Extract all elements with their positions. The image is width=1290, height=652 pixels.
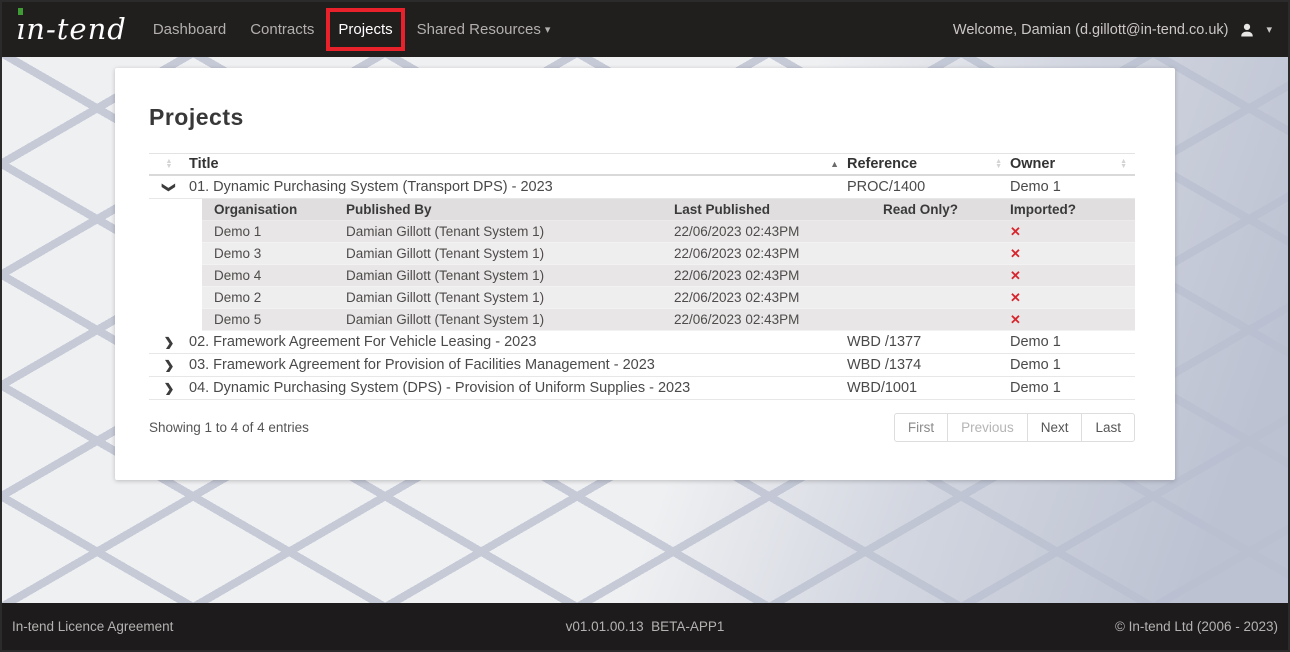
nav-label-contracts: Contracts <box>250 21 314 38</box>
nav-item-contracts[interactable]: Contracts <box>250 15 314 44</box>
subtable-row: Demo 3 Damian Gillott (Tenant System 1) … <box>202 243 1135 265</box>
subheader-read-only: Read Only? <box>880 202 958 217</box>
last-published-value: 22/06/2023 02:43PM <box>674 224 880 239</box>
not-imported-icon: ✕ <box>958 312 1135 328</box>
projects-table: ▲▼ Title ▲ Reference ▲▼ Owner ▲▼ <box>149 153 1135 400</box>
not-imported-icon: ✕ <box>958 290 1135 306</box>
project-reference: WBD/1001 <box>847 380 1010 396</box>
not-imported-icon: ✕ <box>958 268 1135 284</box>
table-footer: Showing 1 to 4 of 4 entries First Previo… <box>149 413 1135 442</box>
pagination-previous-button[interactable]: Previous <box>947 413 1028 442</box>
subheader-published-by: Published By <box>346 202 674 217</box>
logo-green-dot-icon <box>18 8 23 15</box>
page-title: Projects <box>149 104 1135 131</box>
chevron-right-icon[interactable]: ❯ <box>164 382 175 395</box>
pagination-next-button[interactable]: Next <box>1027 413 1083 442</box>
header-title[interactable]: Title ▲ <box>189 156 847 172</box>
entries-summary: Showing 1 to 4 of 4 entries <box>149 420 309 435</box>
last-published-value: 22/06/2023 02:43PM <box>674 290 880 305</box>
project-title: 04. Dynamic Purchasing System (DPS) - Pr… <box>189 380 847 396</box>
intend-logo[interactable]: ın-tend <box>16 15 127 44</box>
project-owner: Demo 1 <box>1010 357 1135 373</box>
project-title: 02. Framework Agreement For Vehicle Leas… <box>189 334 847 350</box>
sort-unsorted-icon: ▲▼ <box>995 159 1002 169</box>
table-header-row: ▲▼ Title ▲ Reference ▲▼ Owner ▲▼ <box>149 153 1135 176</box>
project-title: 01. Dynamic Purchasing System (Transport… <box>189 179 847 195</box>
projects-card: Projects ▲▼ Title ▲ Reference ▲▼ <box>115 68 1175 480</box>
licence-agreement-link[interactable]: In-tend Licence Agreement <box>12 619 434 634</box>
app-window: ın-tend Dashboard Contracts Projects Sha… <box>0 0 1290 652</box>
chevron-down-icon[interactable]: ❯ <box>163 182 176 193</box>
nav-label-projects: Projects <box>338 21 392 38</box>
version-text: v01.01.00.13 BETA-APP1 <box>434 619 856 634</box>
table-row[interactable]: ❯ 04. Dynamic Purchasing System (DPS) - … <box>149 377 1135 400</box>
not-imported-icon: ✕ <box>958 224 1135 240</box>
project-reference: PROC/1400 <box>847 179 1010 195</box>
pagination: First Previous Next Last <box>894 413 1135 442</box>
subtable-row: Demo 1 Damian Gillott (Tenant System 1) … <box>202 221 1135 243</box>
last-published-value: 22/06/2023 02:43PM <box>674 312 880 327</box>
header-owner[interactable]: Owner ▲▼ <box>1010 156 1135 172</box>
published-by-value: Damian Gillott (Tenant System 1) <box>346 268 674 283</box>
project-reference: WBD /1377 <box>847 334 1010 350</box>
subtable-row: Demo 2 Damian Gillott (Tenant System 1) … <box>202 287 1135 309</box>
sort-unsorted-icon: ▲▼ <box>1120 159 1127 169</box>
header-reference[interactable]: Reference ▲▼ <box>847 156 1010 172</box>
copyright-text: © In-tend Ltd (2006 - 2023) <box>856 619 1278 634</box>
organisation-value: Demo 2 <box>202 290 346 305</box>
chevron-right-icon[interactable]: ❯ <box>164 359 175 372</box>
footer: In-tend Licence Agreement v01.01.00.13 B… <box>2 603 1288 650</box>
sort-ascending-icon: ▲ <box>830 159 839 169</box>
account-area[interactable]: Welcome, Damian (d.gillott@in-tend.co.uk… <box>953 21 1272 39</box>
chevron-down-icon: ▾ <box>545 23 551 36</box>
nav-label-dashboard: Dashboard <box>153 21 226 38</box>
logo-i-letter: ı <box>16 12 26 46</box>
subtable-row: Demo 5 Damian Gillott (Tenant System 1) … <box>202 309 1135 331</box>
pagination-first-button[interactable]: First <box>894 413 948 442</box>
published-by-value: Damian Gillott (Tenant System 1) <box>346 290 674 305</box>
table-row[interactable]: ❯ 03. Framework Agreement for Provision … <box>149 354 1135 377</box>
project-owner: Demo 1 <box>1010 334 1135 350</box>
table-row[interactable]: ❯ 02. Framework Agreement For Vehicle Le… <box>149 331 1135 354</box>
nav-item-dashboard[interactable]: Dashboard <box>153 15 226 44</box>
organisation-value: Demo 1 <box>202 224 346 239</box>
nav-item-shared-resources[interactable]: Shared Resources ▾ <box>417 15 551 44</box>
last-published-value: 22/06/2023 02:43PM <box>674 246 880 261</box>
subheader-imported: Imported? <box>958 202 1135 217</box>
organisation-value: Demo 5 <box>202 312 346 327</box>
project-owner: Demo 1 <box>1010 380 1135 396</box>
table-row[interactable]: ❯ 01. Dynamic Purchasing System (Transpo… <box>149 176 1135 199</box>
subtable-row: Demo 4 Damian Gillott (Tenant System 1) … <box>202 265 1135 287</box>
page-background: Projects ▲▼ Title ▲ Reference ▲▼ <box>2 57 1288 603</box>
nav-item-projects[interactable]: Projects <box>338 15 392 44</box>
chevron-right-icon[interactable]: ❯ <box>164 336 175 349</box>
published-by-value: Damian Gillott (Tenant System 1) <box>346 246 674 261</box>
project-reference: WBD /1374 <box>847 357 1010 373</box>
welcome-text: Welcome, Damian (d.gillott@in-tend.co.uk… <box>953 22 1229 38</box>
user-icon[interactable] <box>1238 21 1256 39</box>
subheader-organisation: Organisation <box>202 202 346 217</box>
published-by-value: Damian Gillott (Tenant System 1) <box>346 312 674 327</box>
navbar: ın-tend Dashboard Contracts Projects Sha… <box>2 2 1288 57</box>
organisation-value: Demo 3 <box>202 246 346 261</box>
project-title: 03. Framework Agreement for Provision of… <box>189 357 847 373</box>
organisation-value: Demo 4 <box>202 268 346 283</box>
header-owner-label: Owner <box>1010 156 1055 172</box>
header-control-column[interactable]: ▲▼ <box>149 159 189 169</box>
publish-details-subtable: Organisation Published By Last Published… <box>202 199 1135 331</box>
pagination-last-button[interactable]: Last <box>1081 413 1135 442</box>
subtable-header-row: Organisation Published By Last Published… <box>202 199 1135 221</box>
nav-menu: Dashboard Contracts Projects Shared Reso… <box>153 15 551 44</box>
nav-label-shared-resources: Shared Resources <box>417 21 541 38</box>
sort-unsorted-icon: ▲▼ <box>166 159 173 169</box>
chevron-down-icon[interactable]: ▾ <box>1266 23 1272 36</box>
subheader-last-published: Last Published <box>674 202 880 217</box>
not-imported-icon: ✕ <box>958 246 1135 262</box>
header-title-label: Title <box>189 156 219 172</box>
project-owner: Demo 1 <box>1010 179 1135 195</box>
published-by-value: Damian Gillott (Tenant System 1) <box>346 224 674 239</box>
header-reference-label: Reference <box>847 156 917 172</box>
logo-text: n-tend <box>26 12 127 46</box>
last-published-value: 22/06/2023 02:43PM <box>674 268 880 283</box>
